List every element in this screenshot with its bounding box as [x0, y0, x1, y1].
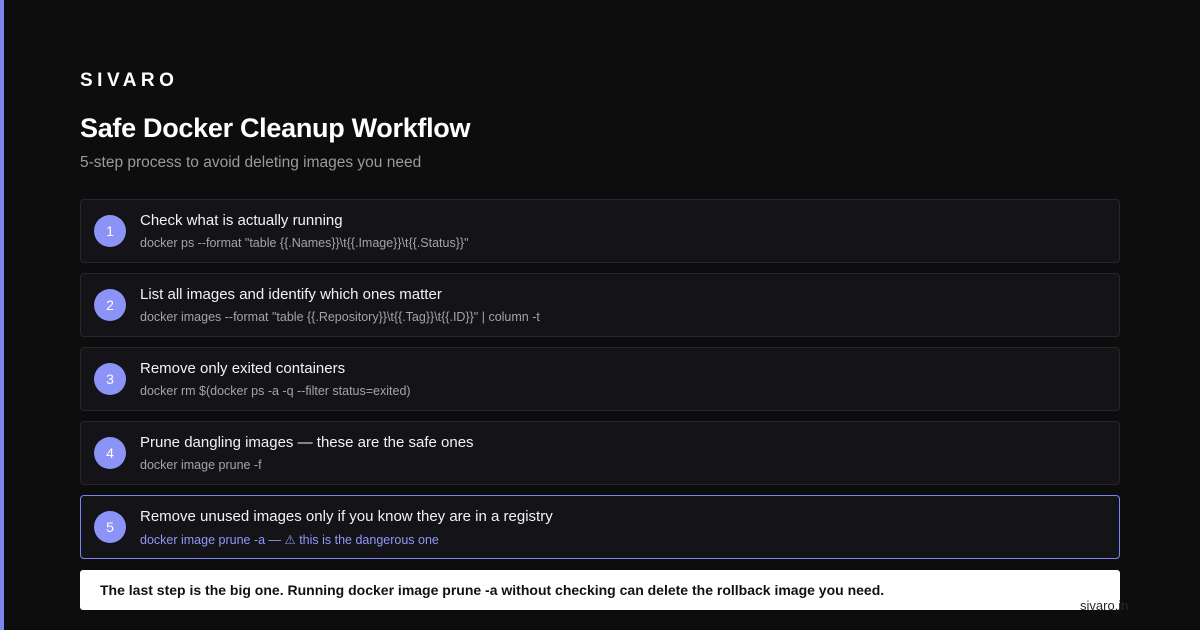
step-number-badge: 1	[94, 215, 126, 247]
step-number-badge: 2	[94, 289, 126, 321]
step-command: docker rm $(docker ps -a -q --filter sta…	[140, 384, 411, 398]
page-title: Safe Docker Cleanup Workflow	[80, 113, 471, 143]
step-number-badge: 3	[94, 363, 126, 395]
watermark: sivaro.in	[1080, 598, 1129, 613]
step-card-4: 4 Prune dangling images — these are the …	[80, 421, 1120, 485]
page-subtitle: 5-step process to avoid deleting images …	[80, 154, 422, 171]
step-title: Prune dangling images — these are the sa…	[140, 434, 474, 451]
step-card-1: 1 Check what is actually running docker …	[80, 199, 1120, 263]
step-number-badge: 5	[94, 511, 126, 543]
step-title: Remove unused images only if you know th…	[140, 508, 553, 525]
step-card-2: 2 List all images and identify which one…	[80, 273, 1120, 337]
step-command: docker images --format "table {{.Reposit…	[140, 310, 540, 324]
step-title: Remove only exited containers	[140, 360, 346, 377]
step-card-5-highlighted: 5 Remove unused images only if you know …	[80, 495, 1120, 559]
step-number-badge: 4	[94, 437, 126, 469]
warning-callout: The last step is the big one. Running do…	[80, 570, 1120, 610]
steps-list: 1 Check what is actually running docker …	[80, 199, 1120, 569]
step-command-warning: docker image prune -a — ⚠ this is the da…	[140, 533, 439, 547]
step-title: Check what is actually running	[140, 212, 343, 229]
step-card-3: 3 Remove only exited containers docker r…	[80, 347, 1120, 411]
accent-bar	[0, 0, 4, 630]
step-title: List all images and identify which ones …	[140, 286, 442, 303]
step-command: docker ps --format "table {{.Names}}\t{{…	[140, 236, 469, 250]
brand-logo: SIVARO	[80, 70, 179, 91]
step-command: docker image prune -f	[140, 458, 262, 472]
